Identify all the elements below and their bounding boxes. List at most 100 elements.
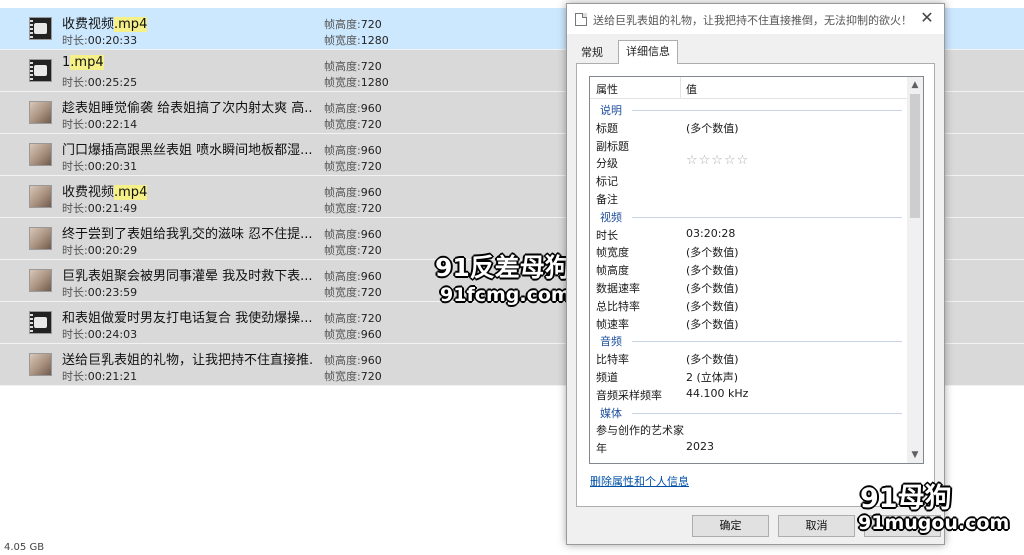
photo-thumbnail [29,269,52,292]
file-name-base: 送给巨乳表姐的礼物，让我把持不住直接推... [62,353,312,368]
file-duration: 时长:00:23:59 [62,284,137,300]
property-value: (多个数值) [686,317,739,331]
frame-width-value: 720 [360,118,382,131]
property-name: 备注 [596,192,618,206]
file-duration: 时长:00:20:31 [62,158,137,174]
frame-width: 帧宽度:720 [324,200,382,216]
tab-details[interactable]: 详细信息 [618,40,678,64]
frame-width-value: 1280 [360,34,389,47]
property-row[interactable]: 副标题 [590,136,908,154]
frame-width: 帧宽度:1280 [324,32,389,48]
frame-height: 帧高度:960 [324,352,382,368]
file-duration: 时长:00:20:33 [62,32,137,48]
property-name: 参与创作的艺术家 [596,424,684,438]
group-divider [632,110,902,111]
file-name-base: 收费视频 [62,185,115,200]
frame-height-value: 960 [360,186,382,199]
property-row[interactable]: 标记 [590,171,908,189]
property-value: 2023 [686,440,714,454]
property-value: (多个数值) [686,299,739,313]
scroll-up-arrow-icon[interactable]: ▲ [907,77,923,93]
property-name: 比特率 [596,353,629,367]
frame-height: 帧高度:960 [324,100,382,116]
frame-height-label: 帧高度: [324,144,361,157]
property-row[interactable]: 帧速率 (多个数值) [590,314,908,332]
duration-label: 时长: [62,160,88,173]
rating-stars[interactable]: ☆☆☆☆☆ [686,153,749,168]
file-name-base: 门口爆插高跟黑丝表姐 喷水瞬间地板都湿... [62,143,312,158]
duration-label: 时长: [62,286,88,299]
column-header-property[interactable]: 属性 [596,81,618,97]
property-group[interactable]: 视频 [590,207,908,225]
property-group[interactable]: 说明 [590,100,908,118]
frame-width: 帧宽度:720 [324,368,382,384]
duration-label: 时长: [62,244,88,257]
frame-height-value: 960 [360,228,382,241]
remove-properties-link[interactable]: 删除属性和个人信息 [590,473,689,489]
file-name-extension: .mp4 [114,185,148,200]
frame-width: 帧宽度:720 [324,116,382,132]
file-name-extension: .mp4 [70,55,104,70]
cancel-button[interactable]: 取消 [778,515,855,537]
group-divider [632,341,902,343]
duration-value: 00:24:03 [87,328,138,341]
property-group[interactable]: 音频 [590,331,908,349]
file-duration: 时长:00:21:21 [62,368,137,384]
duration-value: 00:20:29 [87,244,138,257]
property-row[interactable]: 帧宽度 (多个数值) [590,242,908,260]
close-button[interactable]: ✕ [918,8,936,28]
property-row[interactable]: 总比特率 (多个数值) [590,296,908,314]
frame-height-label: 帧高度: [324,18,361,31]
property-row[interactable]: 备注 [590,189,908,207]
frame-height-value: 720 [360,312,382,325]
video-icon [29,59,52,82]
explorer-window: 收费视频.mp4 时长:00:20:33 帧高度:720 帧宽度:1280 1.mp4 时… [0,0,1024,555]
property-name: 帧速率 [596,317,629,331]
duration-label: 时长: [62,118,88,131]
watermark-b-line2: 91mugou.com [858,512,1010,534]
property-name: 帧宽度 [596,246,629,260]
scroll-down-arrow-icon[interactable]: ▼ [907,447,923,463]
frame-height: 帧高度:720 [324,16,382,32]
property-row[interactable]: 音频采样频率 44.100 kHz [590,385,908,403]
property-row[interactable]: 年 2023 [590,438,908,456]
scroll-thumb[interactable] [910,94,920,218]
property-row[interactable]: 时长 03:20:28 [590,225,908,243]
property-name: 总比特率 [596,299,640,313]
frame-height-label: 帧高度: [324,60,361,73]
file-name: 收费视频.mp4 [62,13,148,32]
frame-width-label: 帧宽度: [324,118,361,131]
dialog-title: 送给巨乳表姐的礼物，让我把持不住直接推倒，无法抑制的欲火！！... [593,14,913,27]
frame-height-label: 帧高度: [324,228,361,241]
frame-height-label: 帧高度: [324,312,361,325]
property-row[interactable]: 频道 2 (立体声) [590,367,908,385]
property-group[interactable]: 媒体 [590,403,908,421]
property-row[interactable]: 参与创作的艺术家 [590,420,908,438]
watermark-b-line1: 91母狗 [860,483,952,514]
column-header-value[interactable]: 值 [686,81,697,97]
frame-width-value: 960 [360,328,382,341]
dialog-titlebar[interactable]: 送给巨乳表姐的礼物，让我把持不住直接推倒，无法抑制的欲火！！... ✕ [567,4,944,34]
frame-height: 帧高度:720 [324,310,382,326]
file-duration: 时长:00:20:29 [62,242,137,258]
column-divider[interactable] [680,77,681,99]
frame-width-value: 720 [360,286,382,299]
property-row[interactable]: 帧高度 (多个数值) [590,260,908,278]
property-row[interactable]: 分级 ☆☆☆☆☆ [590,153,908,171]
frame-width-value: 720 [360,244,382,257]
file-name-base: 收费视频 [62,17,115,32]
property-row[interactable]: 标题 (多个数值) [590,118,908,136]
property-scrollbar[interactable]: ▲ ▼ [907,77,923,463]
tab-general[interactable]: 常规 [575,43,609,64]
property-group-title: 说明 [600,104,622,117]
property-value: (多个数值) [686,353,739,367]
property-name: 标记 [596,175,618,189]
property-name: 年 [596,442,607,456]
file-name: 趁表姐睡觉偷袭 给表姐搞了次内射太爽 高... [62,97,312,116]
property-row[interactable]: 比特率 (多个数值) [590,349,908,367]
property-list[interactable]: 属性 值 说明 标题 (多个数值) 副标题 分级 ☆☆☆☆☆ 标记备注 视频 时长 03:20:2… [589,76,924,464]
property-group-title: 音频 [600,335,622,349]
ok-button[interactable]: 确定 [692,515,769,537]
property-row[interactable]: 数据速率 (多个数值) [590,278,908,296]
frame-width-label: 帧宽度: [324,160,361,173]
